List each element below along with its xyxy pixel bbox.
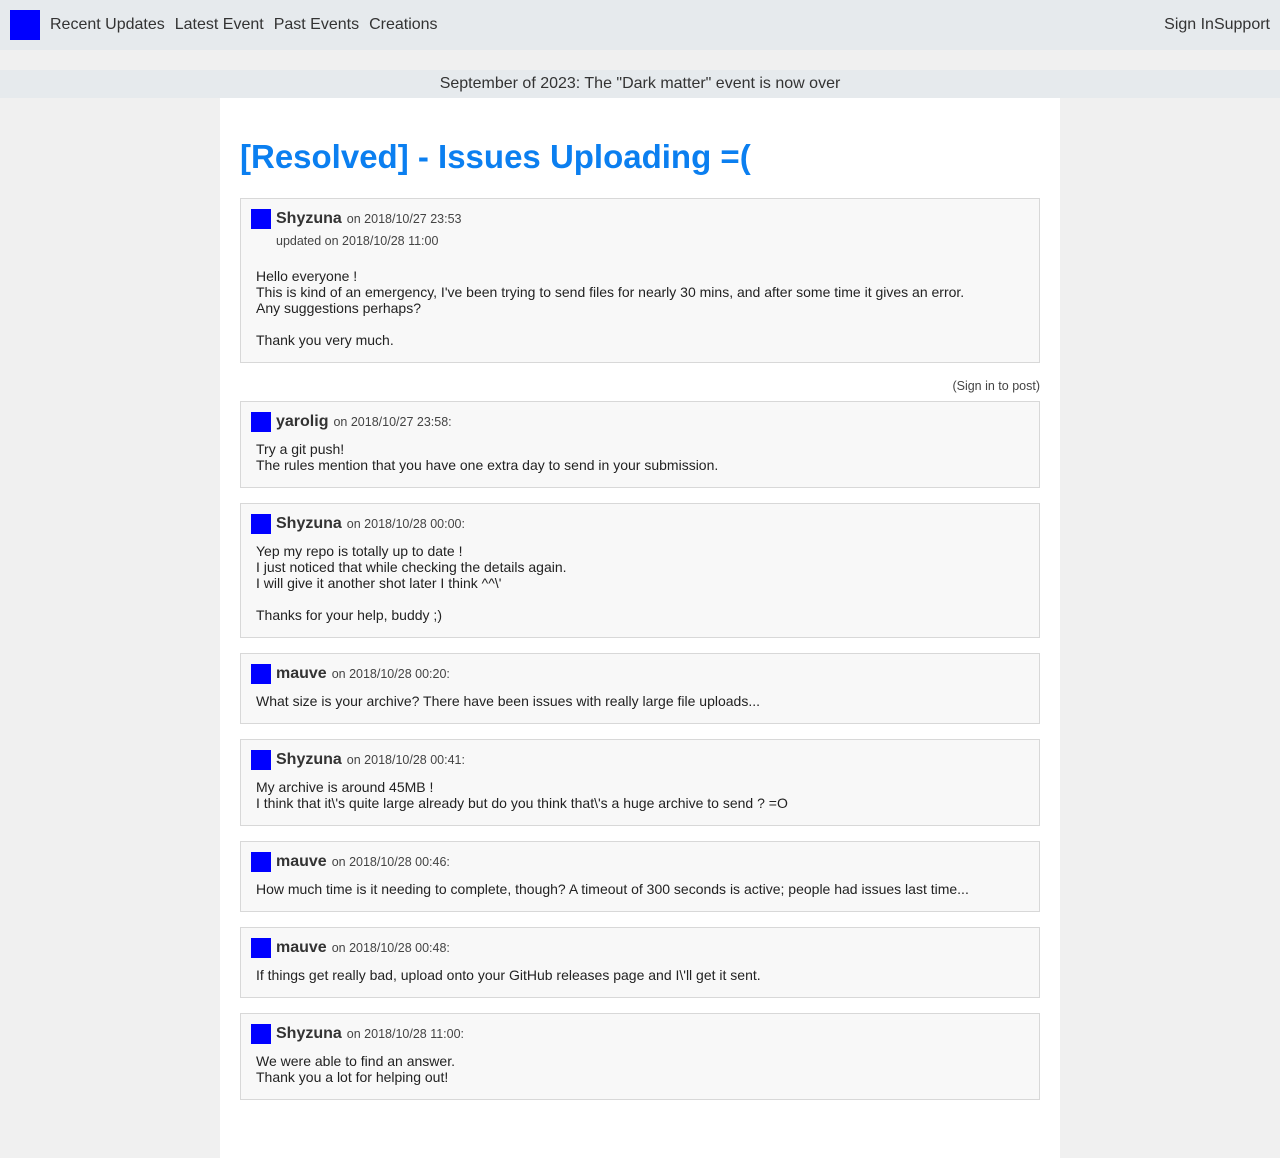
post-body: If things get really bad, upload onto yo… (251, 967, 1029, 983)
post-date: on 2018/10/27 23:58: (333, 415, 452, 429)
post-body: Hello everyone ! This is kind of an emerg… (251, 268, 1029, 348)
post-line: How much time is it needing to complete,… (256, 881, 969, 897)
post-updated-date: updated on 2018/10/28 11:00 (276, 234, 439, 248)
top-navigation-bar: Recent Updates Latest Event Past Events … (0, 0, 1280, 50)
post-author: mauve (276, 939, 327, 956)
reply-post: mauve on 2018/10/28 00:20: What size is … (240, 653, 1040, 724)
avatar (251, 664, 271, 684)
post-line: Try a git push! (256, 441, 345, 457)
reply-post: mauve on 2018/10/28 00:46: How much time… (240, 841, 1040, 912)
avatar (251, 209, 271, 229)
sign-in-link[interactable]: Sign In (1164, 16, 1214, 34)
reply-post: Shyzuna on 2018/10/28 00:00: Yep my repo… (240, 503, 1040, 638)
post-paragraph: Yep my repo is totally up to date ! I jus… (256, 543, 1029, 591)
post-header: mauve on 2018/10/28 00:46: (251, 852, 1029, 872)
post-date: on 2018/10/28 00:41: (346, 753, 465, 767)
post-paragraph: My archive is around 45MB ! I think that … (256, 779, 1029, 811)
post-header: Shyzuna on 2018/10/28 00:41: (251, 750, 1029, 770)
avatar (251, 514, 271, 534)
nav-link-past-events[interactable]: Past Events (274, 16, 359, 34)
thread-content: [Resolved] - Issues Uploading =( Shyzuna… (220, 98, 1060, 1158)
avatar (251, 750, 271, 770)
post-line: Hello everyone ! (256, 268, 358, 284)
post-body: We were able to find an answer. Thank you… (251, 1053, 1029, 1085)
avatar (251, 938, 271, 958)
post-date: on 2018/10/28 00:48: (331, 941, 450, 955)
post-paragraph: Try a git push! The rules mention that yo… (256, 441, 1029, 473)
post-header: mauve on 2018/10/28 00:20: (251, 664, 1029, 684)
post-body: Yep my repo is totally up to date ! I jus… (251, 543, 1029, 623)
nav-link-creations[interactable]: Creations (369, 16, 437, 34)
post-paragraph: Thank you very much. (256, 332, 1029, 348)
post-author: mauve (276, 853, 327, 870)
reply-list: yarolig on 2018/10/27 23:58: Try a git p… (240, 401, 1040, 1100)
post-paragraph: Thanks for your help, buddy ;) (256, 607, 1029, 623)
reply-post: yarolig on 2018/10/27 23:58: Try a git p… (240, 401, 1040, 488)
announcement-banner: September of 2023: The "Dark matter" eve… (0, 70, 1280, 98)
post-header: Shyzuna on 2018/10/28 00:00: (251, 514, 1029, 534)
post-paragraph: Hello everyone ! This is kind of an emerg… (256, 268, 1029, 316)
post-line: The rules mention that you have one extr… (256, 457, 719, 473)
post-line: I just noticed that while checking the d… (256, 559, 567, 575)
post-line: What size is your archive? There have be… (256, 693, 760, 709)
post-author: mauve (276, 665, 327, 682)
post-line: Thank you very much. (256, 332, 394, 348)
sign-in-to-post-note: (Sign in to post) (952, 379, 1040, 393)
reply-post: Shyzuna on 2018/10/28 00:41: My archive … (240, 739, 1040, 826)
support-link[interactable]: Support (1214, 16, 1270, 34)
reply-post: mauve on 2018/10/28 00:48: If things get… (240, 927, 1040, 998)
post-body: How much time is it needing to complete,… (251, 881, 1029, 897)
post-paragraph: What size is your archive? There have be… (256, 693, 1029, 709)
site-logo[interactable] (10, 10, 40, 40)
nav-link-recent-updates[interactable]: Recent Updates (50, 16, 165, 34)
nav-link-latest-event[interactable]: Latest Event (175, 16, 264, 34)
post-line: I think that it\'s quite large already b… (256, 795, 788, 811)
post-line: I will give it another shot later I thin… (256, 575, 502, 591)
post-header: Shyzuna on 2018/10/28 11:00: (251, 1024, 1029, 1044)
post-author: Shyzuna (276, 210, 342, 227)
avatar (251, 852, 271, 872)
reply-post: Shyzuna on 2018/10/28 11:00: We were abl… (240, 1013, 1040, 1100)
post-date: on 2018/10/28 00:20: (331, 667, 450, 681)
page-title: [Resolved] - Issues Uploading =( (240, 138, 751, 175)
post-line: If things get really bad, upload onto yo… (256, 967, 761, 983)
post-line: Yep my repo is totally up to date ! (256, 543, 463, 559)
post-line: Thank you a lot for helping out! (256, 1069, 449, 1085)
post-header: mauve on 2018/10/28 00:48: (251, 938, 1029, 958)
post-author: Shyzuna (276, 1025, 342, 1042)
avatar (251, 1024, 271, 1044)
post-line: Thanks for your help, buddy ;) (256, 607, 442, 623)
post-date: on 2018/10/28 11:00: (346, 1027, 465, 1041)
post-line: This is kind of an emergency, I've been … (256, 284, 965, 300)
post-author: Shyzuna (276, 751, 342, 768)
post-paragraph: If things get really bad, upload onto yo… (256, 967, 1029, 983)
post-line: My archive is around 45MB ! (256, 779, 434, 795)
post-line: Any suggestions perhaps? (256, 300, 421, 316)
post-author: yarolig (276, 413, 329, 430)
post-date: on 2018/10/27 23:53 (346, 212, 462, 226)
original-post: Shyzuna on 2018/10/27 23:53 updated on 2… (240, 198, 1040, 363)
post-paragraph: We were able to find an answer. Thank you… (256, 1053, 1029, 1085)
post-header: yarolig on 2018/10/27 23:58: (251, 412, 1029, 432)
post-body: What size is your archive? There have be… (251, 693, 1029, 709)
nav-account-links: Sign In Support (1164, 0, 1270, 50)
post-line: We were able to find an answer. (256, 1053, 455, 1069)
post-body: Try a git push! The rules mention that yo… (251, 441, 1029, 473)
post-date: on 2018/10/28 00:00: (346, 517, 465, 531)
post-body: My archive is around 45MB ! I think that … (251, 779, 1029, 811)
post-author: Shyzuna (276, 515, 342, 532)
nav-links: Recent Updates Latest Event Past Events … (50, 0, 438, 50)
post-date: on 2018/10/28 00:46: (331, 855, 450, 869)
avatar (251, 412, 271, 432)
post-header: Shyzuna on 2018/10/27 23:53 (251, 209, 1029, 229)
post-paragraph: How much time is it needing to complete,… (256, 881, 1029, 897)
